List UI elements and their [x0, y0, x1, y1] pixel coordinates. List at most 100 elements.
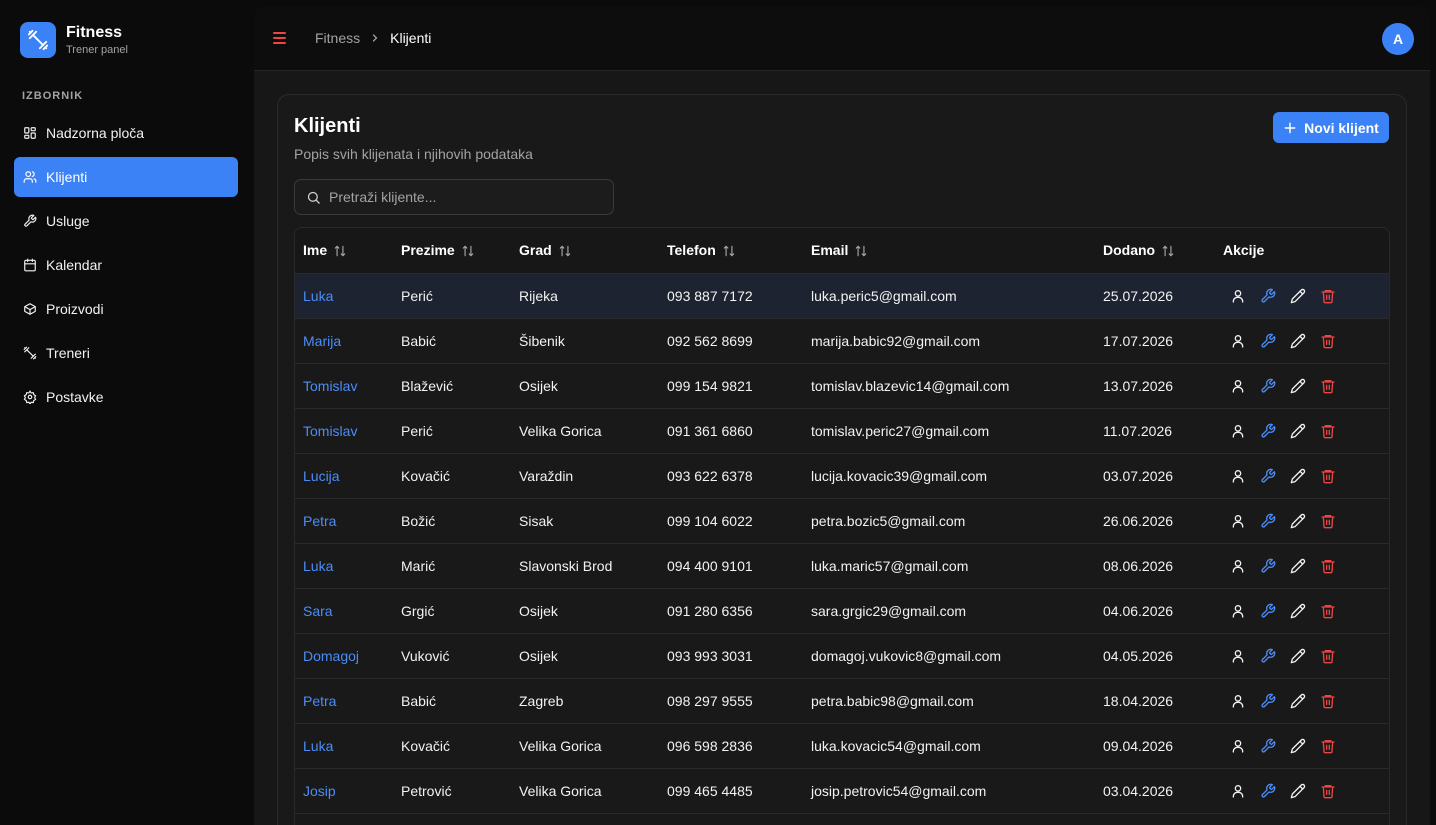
table-row[interactable]: Josip Petrović Velika Gorica 099 465 4485 jo… [295, 768, 1389, 813]
trash-icon[interactable] [1320, 558, 1336, 574]
table-row[interactable]: Tomislav Blažević Osijek 099 154 9821 tomisl… [295, 363, 1389, 408]
trash-icon[interactable] [1320, 288, 1336, 304]
client-first-name[interactable]: Sara [295, 588, 393, 633]
search-input[interactable] [329, 189, 609, 205]
client-first-name[interactable]: Marija [295, 318, 393, 363]
wrench-icon[interactable] [1260, 783, 1276, 799]
user-icon[interactable] [1230, 738, 1246, 754]
table-row[interactable]: Luka Marić Slavonski Brod 094 400 9101 luka.… [295, 543, 1389, 588]
client-first-name[interactable]: Petra [295, 498, 393, 543]
table-row[interactable]: Marija Babić Šibenik 092 562 8699 marija.bab… [295, 318, 1389, 363]
trash-icon[interactable] [1320, 378, 1336, 394]
wrench-icon[interactable] [1260, 648, 1276, 664]
sidebar-item-kalendar[interactable]: Kalendar [14, 245, 238, 285]
client-first-name[interactable]: Tomislav [295, 408, 393, 453]
user-icon[interactable] [1230, 693, 1246, 709]
user-icon[interactable] [1230, 603, 1246, 619]
user-icon[interactable] [1230, 783, 1246, 799]
pencil-icon[interactable] [1290, 693, 1306, 709]
wrench-icon[interactable] [1260, 603, 1276, 619]
menu-toggle-icon[interactable] [273, 32, 286, 44]
sort-icon[interactable] [333, 244, 347, 258]
pencil-icon[interactable] [1290, 558, 1306, 574]
user-icon[interactable] [1230, 333, 1246, 349]
client-first-name[interactable]: Domagoj [295, 633, 393, 678]
client-first-name[interactable]: Luka [295, 273, 393, 318]
table-row[interactable]: Lucija Kovačić Varaždin 093 622 6378 lucija.… [295, 453, 1389, 498]
pencil-icon[interactable] [1290, 378, 1306, 394]
client-phone: 099 104 6022 [667, 512, 753, 529]
sidebar-item-postavke[interactable]: Postavke [14, 377, 238, 417]
sort-icon[interactable] [722, 244, 736, 258]
breadcrumb-root[interactable]: Fitness [315, 30, 360, 46]
trash-icon[interactable] [1320, 513, 1336, 529]
row-actions [1215, 543, 1389, 588]
table-row[interactable]: Petra Babić Zagreb 098 297 9555 petra.babic9… [295, 678, 1389, 723]
column-header-prezime[interactable]: Prezime [393, 228, 511, 274]
sidebar-item-treneri[interactable]: Treneri [14, 333, 238, 373]
sidebar-item-usluge[interactable]: Usluge [14, 201, 238, 241]
pencil-icon[interactable] [1290, 513, 1306, 529]
trash-icon[interactable] [1320, 648, 1336, 664]
wrench-icon[interactable] [1260, 738, 1276, 754]
wrench-icon[interactable] [1260, 468, 1276, 484]
table-row[interactable]: Petra Božić Sisak 099 104 6022 petra.bozic5@… [295, 498, 1389, 543]
column-header-telefon[interactable]: Telefon [659, 228, 803, 274]
sidebar-item-klijenti[interactable]: Klijenti [14, 157, 238, 197]
trash-icon[interactable] [1320, 468, 1336, 484]
column-header-grad[interactable]: Grad [511, 228, 659, 274]
user-icon[interactable] [1230, 378, 1246, 394]
client-first-name[interactable]: Josip [295, 768, 393, 813]
wrench-icon[interactable] [1260, 423, 1276, 439]
table-row[interactable]: Luka Kovačić Velika Gorica 096 598 2836 luka… [295, 723, 1389, 768]
trash-icon[interactable] [1320, 333, 1336, 349]
pencil-icon[interactable] [1290, 783, 1306, 799]
table-row[interactable]: Luka Perić Rijeka 093 887 7172 luka.peric5@g… [295, 273, 1389, 318]
avatar[interactable]: A [1382, 23, 1414, 55]
pencil-icon[interactable] [1290, 288, 1306, 304]
pencil-icon[interactable] [1290, 738, 1306, 754]
user-icon[interactable] [1230, 513, 1246, 529]
sidebar-item-proizvodi[interactable]: Proizvodi [14, 289, 238, 329]
pencil-icon[interactable] [1290, 468, 1306, 484]
trash-icon[interactable] [1320, 693, 1336, 709]
trash-icon[interactable] [1320, 738, 1336, 754]
wrench-icon[interactable] [1260, 513, 1276, 529]
sort-icon[interactable] [1161, 244, 1175, 258]
client-first-name[interactable]: Petra [295, 678, 393, 723]
client-first-name[interactable]: Lucija [295, 453, 393, 498]
table-row[interactable]: Tomislav Perić Velika Gorica 091 361 6860 to… [295, 408, 1389, 453]
trash-icon[interactable] [1320, 423, 1336, 439]
client-first-name[interactable]: Luka [295, 723, 393, 768]
trash-icon[interactable] [1320, 603, 1336, 619]
wrench-icon[interactable] [1260, 558, 1276, 574]
user-icon[interactable] [1230, 288, 1246, 304]
pencil-icon[interactable] [1290, 603, 1306, 619]
user-icon[interactable] [1230, 648, 1246, 664]
table-row[interactable]: Domagoj Vuković Osijek 093 993 3031 domagoj.… [295, 633, 1389, 678]
wrench-icon[interactable] [1260, 378, 1276, 394]
sidebar-item-nadzorna-ploca[interactable]: Nadzorna ploča [14, 113, 238, 153]
column-header-email[interactable]: Email [803, 228, 1095, 274]
brand[interactable]: Fitness Trener panel [20, 22, 128, 58]
clients-card: Klijenti Popis svih klijenata i njihovih… [277, 94, 1407, 825]
column-header-dodano[interactable]: Dodano [1095, 228, 1215, 274]
sort-icon[interactable] [558, 244, 572, 258]
column-header-ime[interactable]: Ime [295, 228, 393, 274]
pencil-icon[interactable] [1290, 423, 1306, 439]
trash-icon[interactable] [1320, 783, 1336, 799]
client-first-name[interactable]: Luka [295, 543, 393, 588]
pencil-icon[interactable] [1290, 333, 1306, 349]
wrench-icon[interactable] [1260, 693, 1276, 709]
user-icon[interactable] [1230, 423, 1246, 439]
wrench-icon[interactable] [1260, 288, 1276, 304]
wrench-icon[interactable] [1260, 333, 1276, 349]
sort-icon[interactable] [854, 244, 868, 258]
new-client-button[interactable]: Novi klijent [1273, 112, 1389, 143]
client-first-name[interactable]: Tomislav [295, 363, 393, 408]
table-row[interactable]: Sara Grgić Osijek 091 280 6356 sara.grgic29@… [295, 588, 1389, 633]
user-icon[interactable] [1230, 558, 1246, 574]
user-icon[interactable] [1230, 468, 1246, 484]
pencil-icon[interactable] [1290, 648, 1306, 664]
sort-icon[interactable] [461, 244, 475, 258]
